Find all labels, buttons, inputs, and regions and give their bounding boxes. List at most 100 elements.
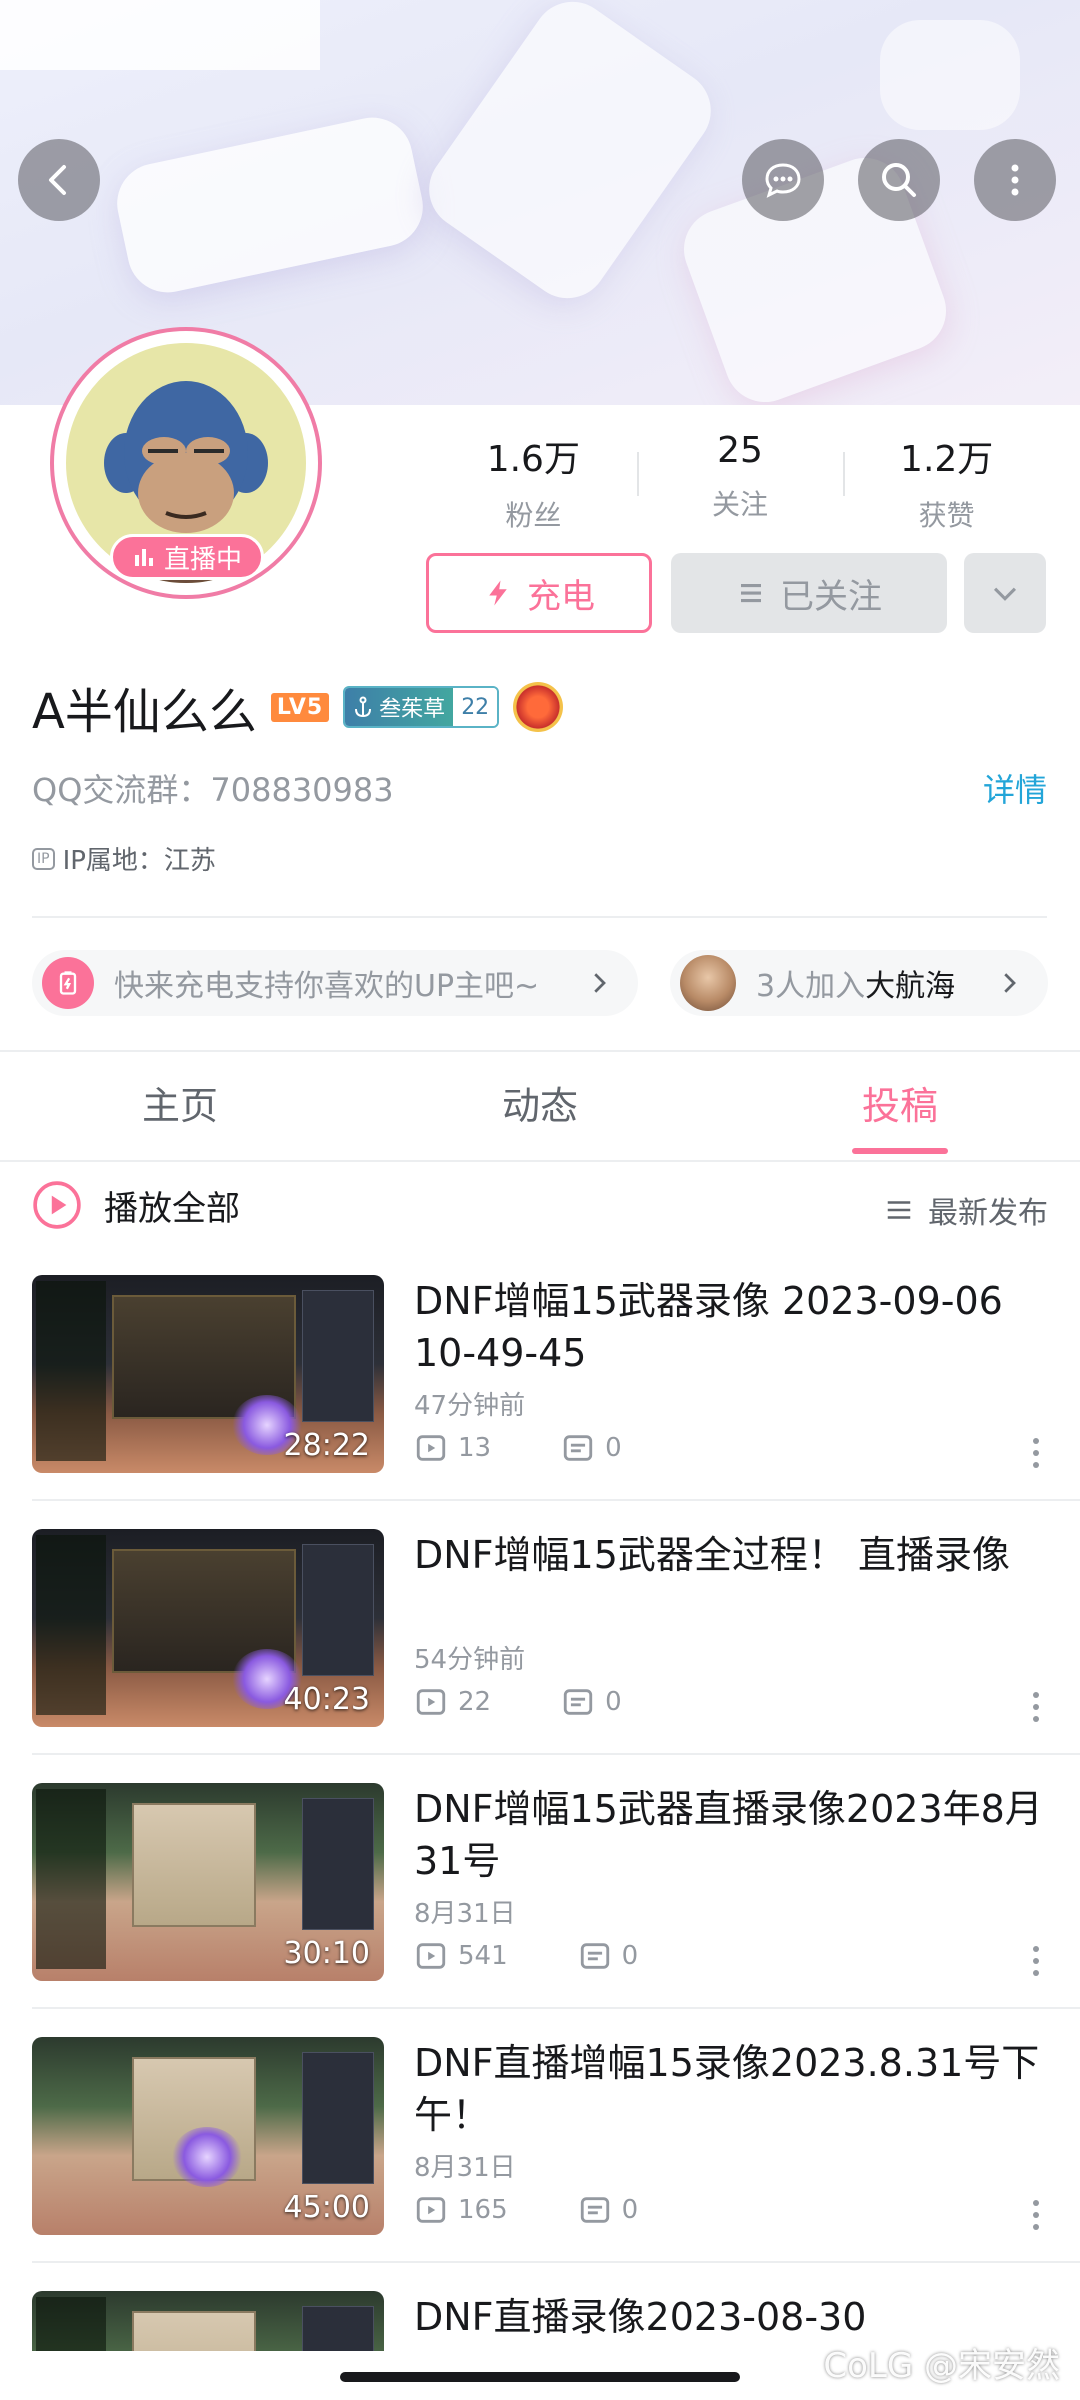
sort-button[interactable]: 最新发布 — [884, 1188, 1048, 1232]
video-item[interactable]: 30:10 DNF增幅15武器直播录像2023年8月31号 8月31日 541 … — [32, 1783, 1080, 2037]
banner-decoration — [413, 0, 727, 314]
more-vertical-icon[interactable] — [1024, 2195, 1048, 2235]
level-badge: LV5 — [270, 692, 330, 722]
video-item[interactable]: 28:22 DNF增幅15武器录像 2023-09-06 10-49-45 47… — [32, 1275, 1080, 1529]
back-button[interactable] — [18, 139, 100, 221]
comment-count: 0 — [605, 1687, 622, 1717]
video-meta: 13 0 — [414, 1431, 622, 1465]
comment-count: 0 — [605, 1433, 622, 1463]
banner-decoration — [880, 20, 1020, 130]
video-time: 54分钟前 — [414, 1645, 526, 1675]
message-button[interactable] — [742, 139, 824, 221]
divider — [32, 1499, 1080, 1501]
status-bar-area — [0, 0, 320, 70]
video-duration: 28:22 — [283, 1428, 370, 1463]
play-all-button[interactable]: 播放全部 — [32, 1180, 240, 1230]
comment-count: 0 — [621, 1941, 639, 1971]
battery-icon — [42, 957, 94, 1009]
ip-location-row: IP IP属地：江苏 — [32, 840, 216, 877]
video-title: DNF增幅15武器全过程！ 直播录像 — [414, 1533, 1010, 1577]
play-count-icon — [416, 1943, 446, 1969]
more-vertical-icon[interactable] — [1024, 1687, 1048, 1727]
video-thumbnail: 45:00 — [32, 2037, 384, 2235]
sort-lines-icon — [887, 1201, 911, 1219]
fleet-prefix: 3人加入 — [756, 969, 866, 1004]
profile-tabs: 主页 动态 投稿 — [0, 1052, 1080, 1160]
comment-icon — [563, 1689, 593, 1715]
stat-following[interactable]: 25 关注 — [636, 430, 844, 534]
video-duration: 40:23 — [283, 1682, 370, 1717]
fleet-name: 大航海 — [865, 969, 956, 1004]
divider — [32, 916, 1047, 918]
tab-uploads[interactable]: 投稿 — [720, 1052, 1080, 1160]
stat-value: 1.2万 — [900, 439, 994, 480]
detail-link[interactable]: 详情 — [983, 765, 1047, 811]
medal-name-part: 叁茱草 — [345, 688, 454, 726]
video-time: 8月31日 — [414, 2153, 516, 2183]
view-count: 165 — [458, 2195, 508, 2225]
view-count: 13 — [458, 1433, 492, 1463]
divider — [32, 2261, 1080, 2263]
comment-icon — [563, 1435, 593, 1461]
more-button[interactable] — [974, 139, 1056, 221]
profile-stats: 1.6万 粉丝 25 关注 1.2万 获赞 — [430, 430, 1050, 534]
video-title: DNF增幅15武器直播录像2023年8月31号 — [414, 1787, 1043, 1883]
video-meta: 541 0 — [414, 1939, 638, 1973]
followed-button[interactable]: 已关注 — [671, 553, 947, 633]
video-title: DNF直播增幅15录像2023.8.31号下午！ — [414, 2041, 1040, 2137]
video-thumbnail: 28:22 — [32, 1275, 384, 1473]
more-vertical-icon[interactable] — [1024, 1941, 1048, 1981]
video-title: DNF直播录像2023-08-30 — [414, 2295, 867, 2339]
signature-row: QQ交流群：708830983 详情 — [32, 765, 1047, 811]
stat-fans[interactable]: 1.6万 粉丝 — [430, 430, 637, 534]
charge-label: 充电 — [527, 576, 595, 617]
more-vertical-icon[interactable] — [1024, 1433, 1048, 1473]
signature: QQ交流群：708830983 — [32, 771, 394, 809]
view-count: 541 — [458, 1941, 508, 1971]
charge-promo-text: 快来充电支持你喜欢的UP主吧~ — [114, 969, 540, 1004]
charge-promo[interactable]: 快来充电支持你喜欢的UP主吧~ — [32, 950, 638, 1016]
search-button[interactable] — [858, 139, 940, 221]
tab-home[interactable]: 主页 — [0, 1052, 360, 1160]
sort-label: 最新发布 — [928, 1196, 1048, 1231]
home-indicator[interactable] — [340, 2372, 740, 2382]
comment-icon — [580, 1943, 609, 1969]
more-vertical-icon — [1011, 164, 1019, 196]
stat-label: 关注 — [712, 488, 769, 521]
tab-dynamics[interactable]: 动态 — [360, 1052, 720, 1160]
chevron-down-icon — [993, 587, 1017, 601]
followed-label: 已关注 — [780, 576, 882, 617]
play-circle-icon — [33, 1181, 81, 1229]
watermark: CoLG @宋安然 — [823, 2346, 1060, 2386]
live-badge[interactable]: 直播中 — [110, 534, 264, 580]
medal-name: 叁茱草 — [379, 697, 446, 722]
fan-medal[interactable]: 叁茱草 22 — [343, 686, 500, 728]
video-item[interactable]: 45:00 DNF直播增幅15录像2023.8.31号下午！ 8月31日 165… — [32, 2037, 1080, 2291]
fleet-promo[interactable]: 3人加入 大航海 — [670, 950, 1048, 1016]
expand-button[interactable] — [964, 553, 1046, 633]
stat-likes[interactable]: 1.2万 获赞 — [843, 430, 1050, 534]
anchor-icon — [355, 696, 372, 718]
stat-value: 1.6万 — [486, 439, 580, 480]
video-duration: 30:10 — [283, 1936, 370, 1971]
video-thumbnail: 30:10 — [32, 1783, 384, 1981]
ip-location: IP属地：江苏 — [62, 846, 216, 876]
guard-badge-icon[interactable] — [513, 682, 564, 732]
video-duration: 45:00 — [283, 2190, 370, 2225]
play-count-icon — [416, 1435, 446, 1461]
video-item[interactable]: 40:23 DNF增幅15武器全过程！ 直播录像 54分钟前 22 0 — [32, 1529, 1080, 1783]
banner-decoration — [109, 110, 431, 300]
video-thumbnail — [32, 2291, 384, 2351]
charge-button[interactable]: 充电 — [426, 553, 652, 633]
ip-icon: IP — [32, 847, 55, 870]
play-count-icon — [416, 2197, 446, 2223]
message-icon — [765, 163, 801, 198]
name-row: A半仙么么 LV5 叁茱草 22 — [32, 672, 564, 742]
chevron-right-icon — [1004, 973, 1016, 993]
video-thumbnail: 40:23 — [32, 1529, 384, 1727]
divider — [32, 2007, 1080, 2009]
video-time: 47分钟前 — [414, 1391, 526, 1421]
live-bars-icon — [134, 549, 153, 566]
video-time: 8月31日 — [414, 1899, 516, 1929]
stat-label: 获赞 — [918, 499, 975, 532]
